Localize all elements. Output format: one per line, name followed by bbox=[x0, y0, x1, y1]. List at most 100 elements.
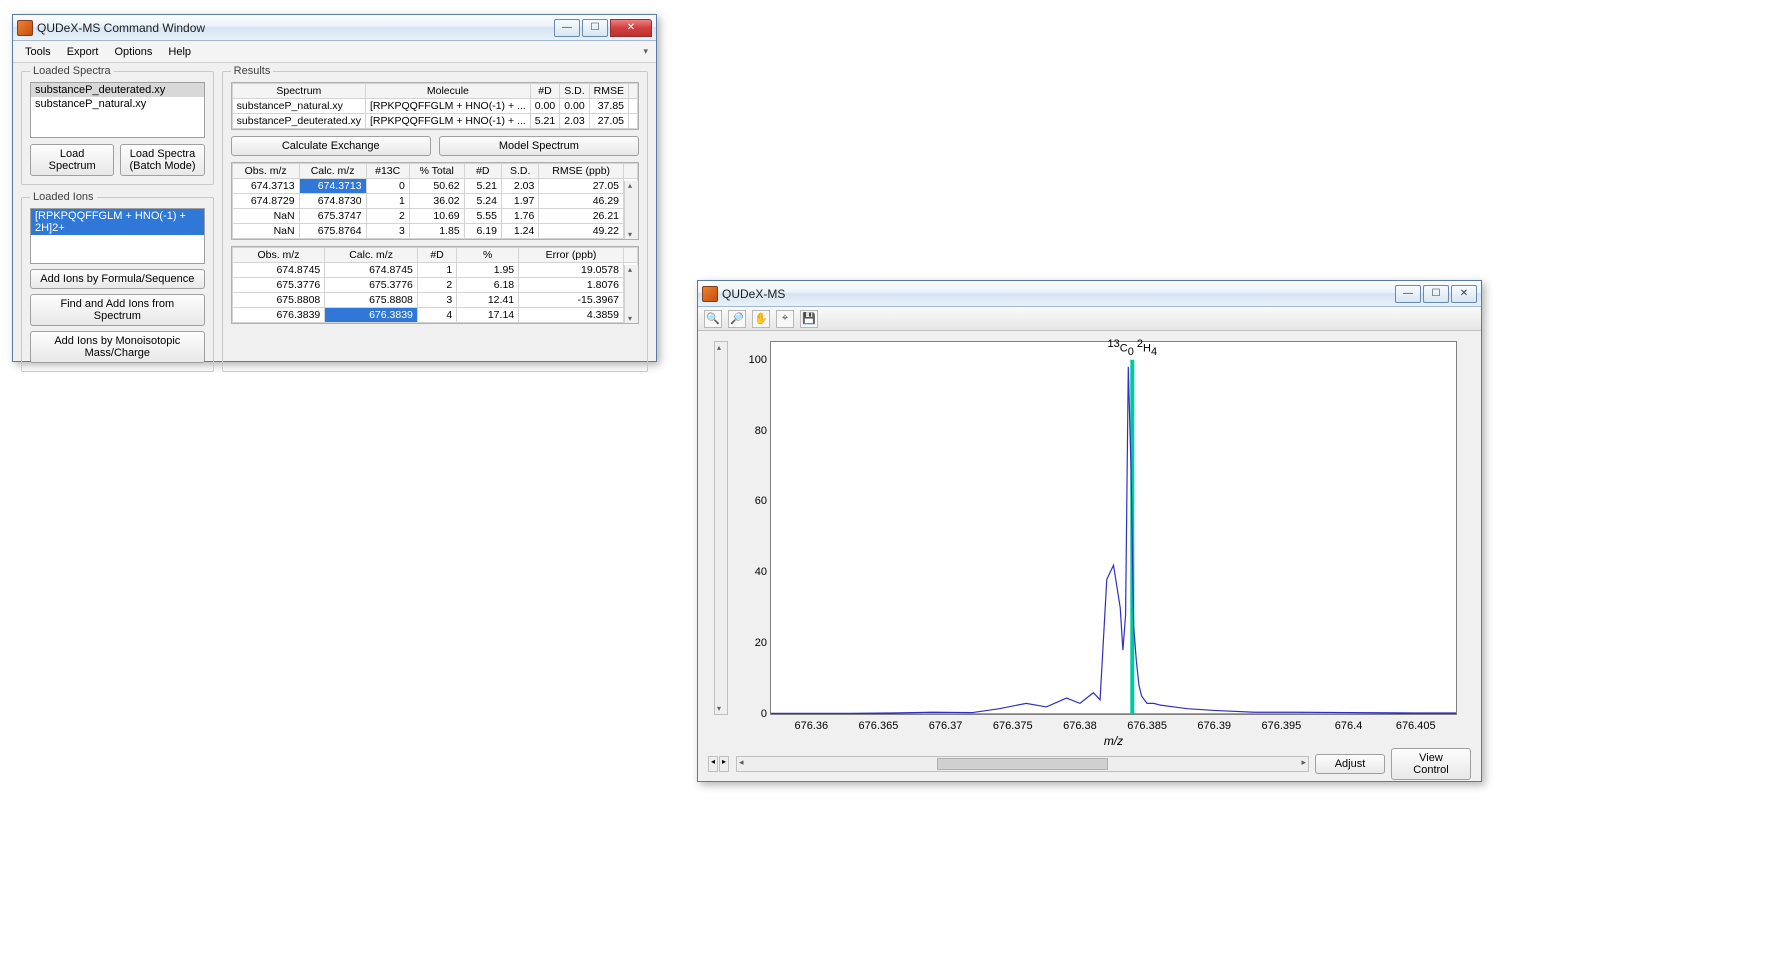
close-button[interactable]: ✕ bbox=[1451, 285, 1477, 303]
adjust-button[interactable]: Adjust bbox=[1315, 754, 1385, 774]
command-window: QUDeX-MS Command Window — ☐ ✕ Tools Expo… bbox=[12, 14, 657, 362]
col-sd[interactable]: S.D. bbox=[560, 84, 589, 99]
maximize-button[interactable]: ☐ bbox=[1423, 285, 1449, 303]
y-tick: 0 bbox=[735, 708, 767, 720]
data-cursor-icon[interactable]: ⌖ bbox=[776, 310, 794, 328]
find-add-ions-button[interactable]: Find and Add Ions from Spectrum bbox=[30, 294, 205, 326]
loaded-spectra-group: Loaded Spectra substanceP_deuterated.xy … bbox=[21, 71, 214, 185]
table-row[interactable]: 676.3839 676.3839 4 17.14 4.3859 bbox=[232, 308, 637, 323]
col-sd[interactable]: S.D. bbox=[501, 164, 538, 179]
menu-options[interactable]: Options bbox=[106, 43, 160, 61]
isotope-table[interactable]: Obs. m/z Calc. m/z #13C % Total #D S.D. … bbox=[231, 162, 639, 240]
close-button[interactable]: ✕ bbox=[610, 19, 652, 37]
x-tick: 676.405 bbox=[1396, 720, 1436, 732]
window-title: QUDeX-MS bbox=[722, 287, 1393, 301]
scroll-right-icon[interactable]: ▸ bbox=[719, 756, 729, 772]
window-title: QUDeX-MS Command Window bbox=[37, 21, 552, 35]
col-pct[interactable]: % bbox=[457, 248, 519, 263]
titlebar[interactable]: QUDeX-MS — ☐ ✕ bbox=[698, 281, 1481, 307]
calculate-exchange-button[interactable]: Calculate Exchange bbox=[231, 136, 431, 156]
minimize-button[interactable]: — bbox=[554, 19, 580, 37]
x-tick: 676.36 bbox=[794, 720, 828, 732]
x-tick: 676.365 bbox=[859, 720, 899, 732]
save-icon[interactable]: 💾 bbox=[800, 310, 818, 328]
horizontal-scrollbar[interactable] bbox=[736, 756, 1309, 772]
y-tick: 20 bbox=[735, 637, 767, 649]
figure-toolbar: 🔍 🔎 ✋ ⌖ 💾 bbox=[698, 307, 1481, 331]
maximize-button[interactable]: ☐ bbox=[582, 19, 608, 37]
col-spectrum[interactable]: Spectrum bbox=[232, 84, 365, 99]
col-calc[interactable]: Calc. m/z bbox=[325, 248, 418, 263]
minimize-button[interactable]: — bbox=[1395, 285, 1421, 303]
results-legend: Results bbox=[231, 65, 274, 77]
loaded-ions-group: Loaded Ions [RPKPQQFFGLM + HNO(-1) + 2H]… bbox=[21, 197, 214, 372]
y-tick: 80 bbox=[735, 425, 767, 437]
loaded-spectra-legend: Loaded Spectra bbox=[30, 65, 114, 77]
x-tick: 676.4 bbox=[1335, 720, 1363, 732]
view-control-button[interactable]: View Control bbox=[1391, 748, 1471, 780]
vertical-scrollbar[interactable] bbox=[714, 341, 728, 715]
col-rmse[interactable]: RMSE (ppb) bbox=[539, 164, 624, 179]
x-tick: 676.375 bbox=[993, 720, 1033, 732]
x-tick: 676.38 bbox=[1063, 720, 1097, 732]
col-nd[interactable]: #D bbox=[417, 248, 456, 263]
y-tick: 60 bbox=[735, 495, 767, 507]
table-row[interactable]: 674.3713 674.3713 0 50.62 5.21 2.03 27.0… bbox=[232, 179, 637, 194]
col-rmse[interactable]: RMSE bbox=[589, 84, 628, 99]
table-row[interactable]: 674.8729 674.8730 1 36.02 5.24 1.97 46.2… bbox=[232, 194, 637, 209]
col-obs[interactable]: Obs. m/z bbox=[232, 164, 299, 179]
zoom-in-icon[interactable]: 🔍 bbox=[704, 310, 722, 328]
add-ions-formula-button[interactable]: Add Ions by Formula/Sequence bbox=[30, 269, 205, 289]
menu-tools[interactable]: Tools bbox=[17, 43, 59, 61]
menu-help[interactable]: Help bbox=[160, 43, 199, 61]
spectra-listbox[interactable]: substanceP_deuterated.xy substanceP_natu… bbox=[30, 82, 205, 138]
x-tick: 676.37 bbox=[929, 720, 963, 732]
spectrum-window: QUDeX-MS — ☐ ✕ 🔍 🔎 ✋ ⌖ 💾 m/z 02040608010… bbox=[697, 280, 1482, 782]
app-icon bbox=[702, 286, 718, 302]
spectrum-chart bbox=[771, 342, 1456, 714]
list-item[interactable]: substanceP_deuterated.xy bbox=[31, 83, 204, 97]
peak-table[interactable]: Obs. m/z Calc. m/z #D % Error (ppb) 674.… bbox=[231, 246, 639, 324]
col-err[interactable]: Error (ppb) bbox=[519, 248, 624, 263]
y-tick: 40 bbox=[735, 566, 767, 578]
table-row[interactable]: substanceP_deuterated.xy [RPKPQQFFGLM + … bbox=[232, 114, 637, 129]
loaded-ions-legend: Loaded Ions bbox=[30, 191, 97, 203]
table-row[interactable]: 675.3776 675.3776 2 6.18 1.8076 bbox=[232, 278, 637, 293]
load-spectra-batch-button[interactable]: Load Spectra (Batch Mode) bbox=[120, 144, 204, 176]
col-molecule[interactable]: Molecule bbox=[366, 84, 531, 99]
menubar: Tools Export Options Help ▾ bbox=[13, 41, 656, 63]
scrollbar[interactable] bbox=[624, 181, 638, 239]
plot-area[interactable]: m/z 020406080100676.36676.365676.37676.3… bbox=[714, 339, 1465, 745]
col-nd[interactable]: #D bbox=[530, 84, 559, 99]
load-spectrum-button[interactable]: Load Spectrum bbox=[30, 144, 114, 176]
scroll-left-icon[interactable]: ◂ bbox=[708, 756, 718, 772]
table-row[interactable]: 674.8745 674.8745 1 1.95 19.0578 bbox=[232, 263, 637, 278]
zoom-out-icon[interactable]: 🔎 bbox=[728, 310, 746, 328]
pan-icon[interactable]: ✋ bbox=[752, 310, 770, 328]
table-row[interactable]: NaN 675.8764 3 1.85 6.19 1.24 49.22 bbox=[232, 224, 637, 239]
model-spectrum-button[interactable]: Model Spectrum bbox=[439, 136, 639, 156]
col-13c[interactable]: #13C bbox=[366, 164, 409, 179]
app-icon bbox=[17, 20, 33, 36]
list-item[interactable]: [RPKPQQFFGLM + HNO(-1) + 2H]2+ bbox=[31, 209, 204, 235]
col-calc[interactable]: Calc. m/z bbox=[299, 164, 366, 179]
peak-annotation: 13C0 2H4 bbox=[1108, 338, 1158, 358]
x-tick: 676.39 bbox=[1197, 720, 1231, 732]
menu-overflow-icon[interactable]: ▾ bbox=[643, 46, 648, 57]
col-obs[interactable]: Obs. m/z bbox=[232, 248, 325, 263]
table-row[interactable]: NaN 675.3747 2 10.69 5.55 1.76 26.21 bbox=[232, 209, 637, 224]
list-item[interactable]: substanceP_natural.xy bbox=[31, 97, 204, 111]
chart-axes[interactable]: m/z 020406080100676.36676.365676.37676.3… bbox=[770, 341, 1457, 715]
col-nd[interactable]: #D bbox=[464, 164, 501, 179]
results-summary-table[interactable]: Spectrum Molecule #D S.D. RMSE substance… bbox=[231, 82, 639, 130]
scrollbar[interactable] bbox=[624, 265, 638, 323]
col-pct[interactable]: % Total bbox=[409, 164, 464, 179]
titlebar[interactable]: QUDeX-MS Command Window — ☐ ✕ bbox=[13, 15, 656, 41]
ions-listbox[interactable]: [RPKPQQFFGLM + HNO(-1) + 2H]2+ bbox=[30, 208, 205, 264]
table-row[interactable]: 675.8808 675.8808 3 12.41 -15.3967 bbox=[232, 293, 637, 308]
table-row[interactable]: substanceP_natural.xy [RPKPQQFFGLM + HNO… bbox=[232, 99, 637, 114]
menu-export[interactable]: Export bbox=[59, 43, 107, 61]
add-ions-mass-button[interactable]: Add Ions by Monoisotopic Mass/Charge bbox=[30, 331, 205, 363]
x-tick: 676.395 bbox=[1262, 720, 1302, 732]
x-axis-label: m/z bbox=[1104, 734, 1123, 748]
